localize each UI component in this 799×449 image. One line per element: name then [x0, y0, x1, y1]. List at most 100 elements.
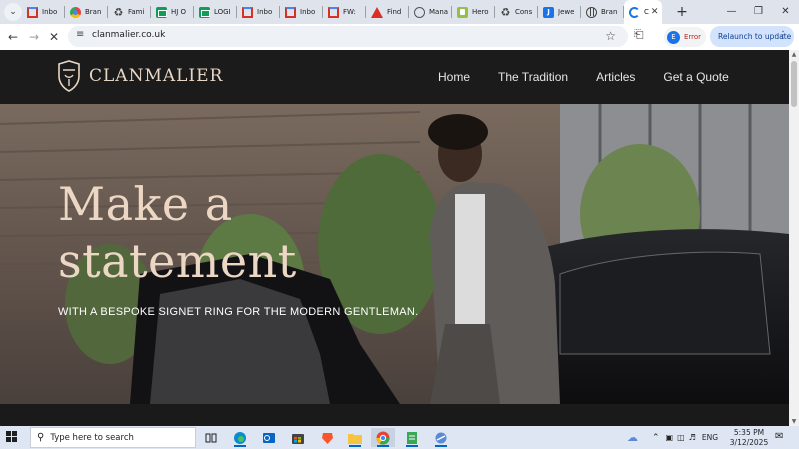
tab-11[interactable]: ♻ Cons [495, 0, 538, 24]
hero-title: Make a statement [58, 176, 458, 290]
page-scrollbar[interactable]: ▲ ▼ [789, 50, 799, 426]
crest-logo-icon[interactable] [57, 60, 81, 92]
tab-title: Inbo [300, 8, 316, 16]
volume-icon[interactable]: ♬ [689, 433, 696, 442]
back-arrow-icon[interactable]: ← [4, 28, 22, 46]
tab-2[interactable]: ♻ Fami [108, 0, 151, 24]
windows-start-icon[interactable] [6, 431, 18, 443]
scroll-thumb[interactable] [791, 61, 797, 107]
sheets-icon [156, 6, 167, 18]
language-indicator[interactable]: ENG [702, 433, 718, 442]
taskbar-search-input[interactable]: ⚲ Type here to search [30, 427, 196, 448]
site-nav: Home The Tradition Articles Get a Quote [438, 70, 757, 84]
tab-title: FW: [343, 8, 356, 16]
remote-app-icon[interactable] [429, 428, 453, 447]
tab-1[interactable]: Bran [65, 0, 108, 24]
outlook-app-icon[interactable] [257, 428, 281, 447]
tab-4[interactable]: LOGI [194, 0, 237, 24]
kebab-menu-icon[interactable]: ⋮ [778, 30, 788, 41]
tab-13[interactable]: Bran [581, 0, 624, 24]
tab-6[interactable]: Inbo [280, 0, 323, 24]
tab-title: Jewe [558, 8, 575, 16]
gmail-icon [285, 6, 296, 18]
nav-get-a-quote[interactable]: Get a Quote [663, 70, 728, 84]
tab-5[interactable]: Inbo [237, 0, 280, 24]
edge-app-icon[interactable] [228, 428, 252, 447]
gmail-icon [328, 6, 339, 18]
stop-loading-icon[interactable]: ✕ [45, 28, 63, 46]
address-bar[interactable]: ≡ clanmalier.co.uk ☆ [68, 26, 628, 47]
tab-title: Bran [601, 8, 618, 16]
minimize-icon[interactable]: — [718, 0, 745, 24]
chrome-app-icon[interactable] [371, 428, 395, 447]
gmail-icon [27, 6, 38, 18]
crest-icon: ♻ [113, 5, 124, 19]
site-logo-text[interactable]: CLANMALIER [89, 66, 223, 86]
url-text[interactable]: clanmalier.co.uk [92, 30, 165, 40]
tab-title: Find [387, 8, 402, 16]
network-icon[interactable]: ◫ [677, 433, 685, 442]
scroll-down-icon[interactable]: ▼ [790, 418, 798, 425]
notepad-app-icon[interactable] [400, 428, 424, 447]
tab-9[interactable]: Mana [409, 0, 452, 24]
browser-toolbar: ← → ✕ ≡ clanmalier.co.uk ☆ ⎗ E Error Rel… [0, 24, 799, 50]
profile-status: Error [684, 33, 702, 41]
profile-error-chip[interactable]: E Error [664, 27, 706, 47]
chevron-up-icon[interactable]: ⌃ [652, 433, 660, 443]
crest-icon: ♻ [500, 5, 511, 19]
tab-list: Inbo Bran ♻ Fami HJ O LOGI Inbo Inbo FW: … [22, 0, 662, 24]
nav-home[interactable]: Home [438, 70, 470, 84]
avatar: E [667, 30, 680, 44]
page-viewport: CLANMALIER Home The Tradition Articles G… [0, 50, 789, 426]
search-placeholder: Type here to search [50, 432, 134, 443]
gmail-icon [242, 6, 253, 18]
taskbar-clock[interactable]: 5:35 PM 3/12/2025 [728, 428, 770, 448]
tab-0[interactable]: Inbo [22, 0, 65, 24]
forward-arrow-icon[interactable]: → [25, 28, 43, 46]
clock-time: 5:35 PM [733, 428, 765, 437]
site-header: CLANMALIER Home The Tradition Articles G… [0, 50, 789, 104]
relaunch-button[interactable]: Relaunch to update ⋮ [710, 26, 794, 47]
tab-title: HJ O [171, 8, 187, 16]
hero-title-line-1: Make a [58, 177, 233, 231]
meet-now-icon[interactable]: ▣ [666, 433, 674, 442]
tab-7[interactable]: FW: [323, 0, 366, 24]
file-explorer-icon[interactable] [343, 428, 367, 447]
tab-10[interactable]: Hero [452, 0, 495, 24]
warning-icon [371, 6, 383, 18]
next-section-peek [0, 404, 789, 426]
nav-the-tradition[interactable]: The Tradition [498, 70, 568, 84]
site-settings-icon[interactable]: ≡ [76, 29, 84, 40]
task-view-icon[interactable] [199, 428, 223, 447]
notifications-icon[interactable]: ✉ [775, 431, 783, 442]
loading-icon [629, 6, 640, 18]
onedrive-cloud-icon[interactable]: ☁ [627, 431, 638, 444]
jw-icon: J [543, 6, 554, 18]
tab-title: LOGI [214, 8, 231, 16]
tab-3[interactable]: HJ O [151, 0, 194, 24]
system-tray: ☁ ⌃ ▣ ◫ ♬ ENG [627, 426, 718, 449]
scroll-up-icon[interactable]: ▲ [790, 51, 798, 58]
bookmark-star-icon[interactable]: ☆ [605, 29, 616, 43]
tab-active[interactable]: C ✕ [624, 0, 662, 24]
hero-section: Make a statement WITH A BESPOKE SIGNET R… [0, 104, 789, 404]
restore-icon[interactable]: ❐ [745, 0, 772, 24]
close-window-icon[interactable]: ✕ [772, 0, 799, 24]
tab-12[interactable]: J Jewe [538, 0, 581, 24]
close-icon[interactable]: ✕ [651, 7, 659, 17]
window-controls: — ❐ ✕ [718, 0, 799, 24]
new-tab-button[interactable]: + [673, 2, 691, 22]
chrome-icon [70, 6, 81, 18]
brave-app-icon[interactable] [315, 428, 339, 447]
tab-title: Mana [429, 8, 449, 16]
tab-8[interactable]: Find [366, 0, 409, 24]
extensions-puzzle-icon[interactable]: ⎗ [634, 27, 644, 42]
tab-search-chevron-icon[interactable]: ⌄ [4, 3, 22, 21]
nav-articles[interactable]: Articles [596, 70, 635, 84]
tab-title: Inbo [42, 8, 58, 16]
hero-title-line-2: statement [58, 234, 297, 288]
tab-title: Hero [472, 8, 489, 16]
tab-title: Bran [85, 8, 102, 16]
store-app-icon[interactable] [286, 428, 310, 447]
tab-title: C [644, 8, 649, 16]
